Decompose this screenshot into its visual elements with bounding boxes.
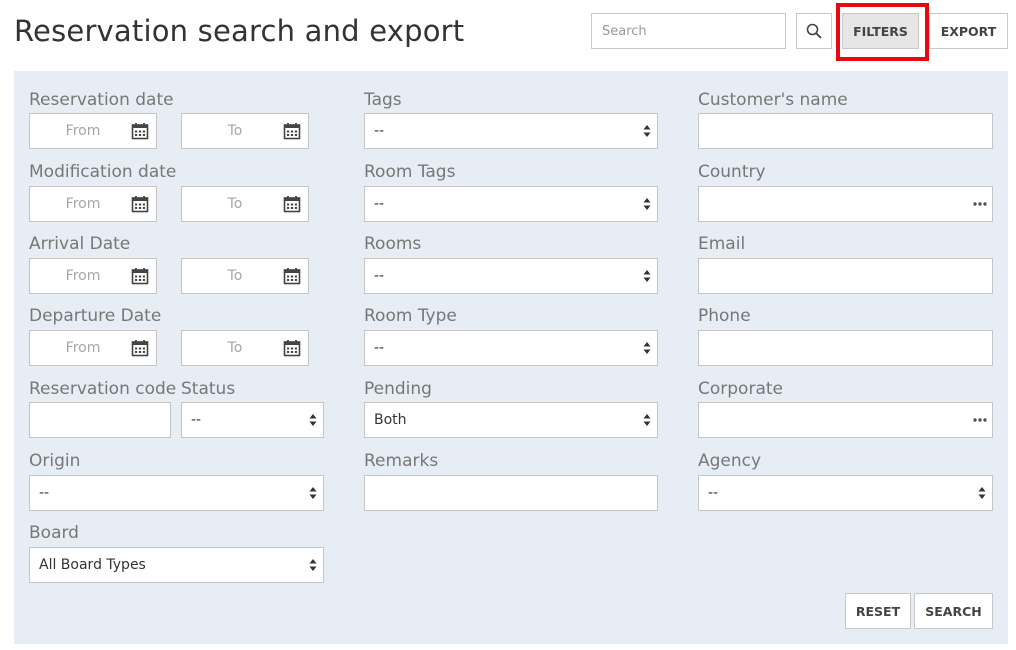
phone-input[interactable]	[698, 330, 993, 366]
export-button[interactable]: EXPORT	[929, 13, 1008, 49]
select-caret-icon	[309, 559, 317, 571]
status-select[interactable]: --	[181, 402, 324, 438]
select-caret-icon	[309, 414, 317, 426]
board-select[interactable]: All Board Types	[29, 547, 324, 583]
calendar-icon	[131, 340, 149, 357]
departure-date-label: Departure Date	[29, 306, 162, 326]
rooms-label: Rooms	[364, 234, 422, 254]
select-caret-icon	[978, 487, 986, 499]
more-options-icon[interactable]	[972, 415, 988, 425]
more-options-icon[interactable]	[972, 199, 988, 209]
calendar-icon	[131, 268, 149, 285]
pending-select[interactable]: Both	[364, 402, 658, 438]
calendar-icon	[131, 123, 149, 140]
search-submit-button[interactable]: SEARCH	[914, 593, 993, 629]
country-label: Country	[698, 162, 766, 182]
arrival-date-label: Arrival Date	[29, 234, 131, 254]
corporate-label: Corporate	[698, 379, 783, 399]
phone-label: Phone	[698, 306, 751, 326]
arrival-date-from-input[interactable]: From	[29, 258, 157, 294]
search-input[interactable]	[591, 13, 786, 49]
origin-select[interactable]: --	[29, 475, 324, 511]
calendar-icon	[283, 123, 301, 140]
reservation-code-label: Reservation code	[29, 379, 177, 399]
calendar-icon	[283, 340, 301, 357]
rooms-select[interactable]: --	[364, 258, 658, 294]
page-title: Reservation search and export	[14, 14, 465, 48]
departure-date-from-input[interactable]: From	[29, 330, 157, 366]
select-caret-icon	[309, 487, 317, 499]
modification-date-label: Modification date	[29, 162, 177, 182]
reservation-date-from-input[interactable]: From	[29, 113, 157, 149]
agency-label: Agency	[698, 451, 762, 471]
arrival-date-to-input[interactable]: To	[181, 258, 309, 294]
select-caret-icon	[643, 198, 651, 210]
room-type-select[interactable]: --	[364, 330, 658, 366]
customer-name-input[interactable]	[698, 113, 993, 149]
modification-date-from-input[interactable]: From	[29, 186, 157, 222]
reservation-date-to-input[interactable]: To	[181, 113, 309, 149]
origin-label: Origin	[29, 451, 81, 471]
select-caret-icon	[643, 414, 651, 426]
room-tags-label: Room Tags	[364, 162, 456, 182]
calendar-icon	[131, 196, 149, 213]
select-caret-icon	[643, 125, 651, 137]
status-label: Status	[181, 379, 236, 399]
calendar-icon	[283, 268, 301, 285]
room-type-label: Room Type	[364, 306, 457, 326]
departure-date-to-input[interactable]: To	[181, 330, 309, 366]
select-caret-icon	[643, 270, 651, 282]
pending-label: Pending	[364, 379, 432, 399]
reservation-code-input[interactable]	[29, 402, 171, 438]
calendar-icon	[283, 196, 301, 213]
reset-button[interactable]: RESET	[845, 593, 911, 629]
search-button[interactable]	[796, 13, 832, 49]
email-input[interactable]	[698, 258, 993, 294]
reservation-date-label: Reservation date	[29, 90, 174, 110]
remarks-label: Remarks	[364, 451, 439, 471]
tags-select[interactable]: --	[364, 113, 658, 149]
select-caret-icon	[643, 342, 651, 354]
room-tags-select[interactable]: --	[364, 186, 658, 222]
filters-button[interactable]: FILTERS	[842, 13, 919, 49]
board-label: Board	[29, 523, 79, 543]
country-input[interactable]	[698, 186, 993, 222]
agency-select[interactable]: --	[698, 475, 993, 511]
email-label: Email	[698, 234, 746, 254]
remarks-input[interactable]	[364, 475, 658, 511]
corporate-input[interactable]	[698, 402, 993, 438]
search-icon	[806, 23, 822, 39]
customer-name-label: Customer's name	[698, 90, 848, 110]
modification-date-to-input[interactable]: To	[181, 186, 309, 222]
tags-label: Tags	[364, 90, 402, 110]
